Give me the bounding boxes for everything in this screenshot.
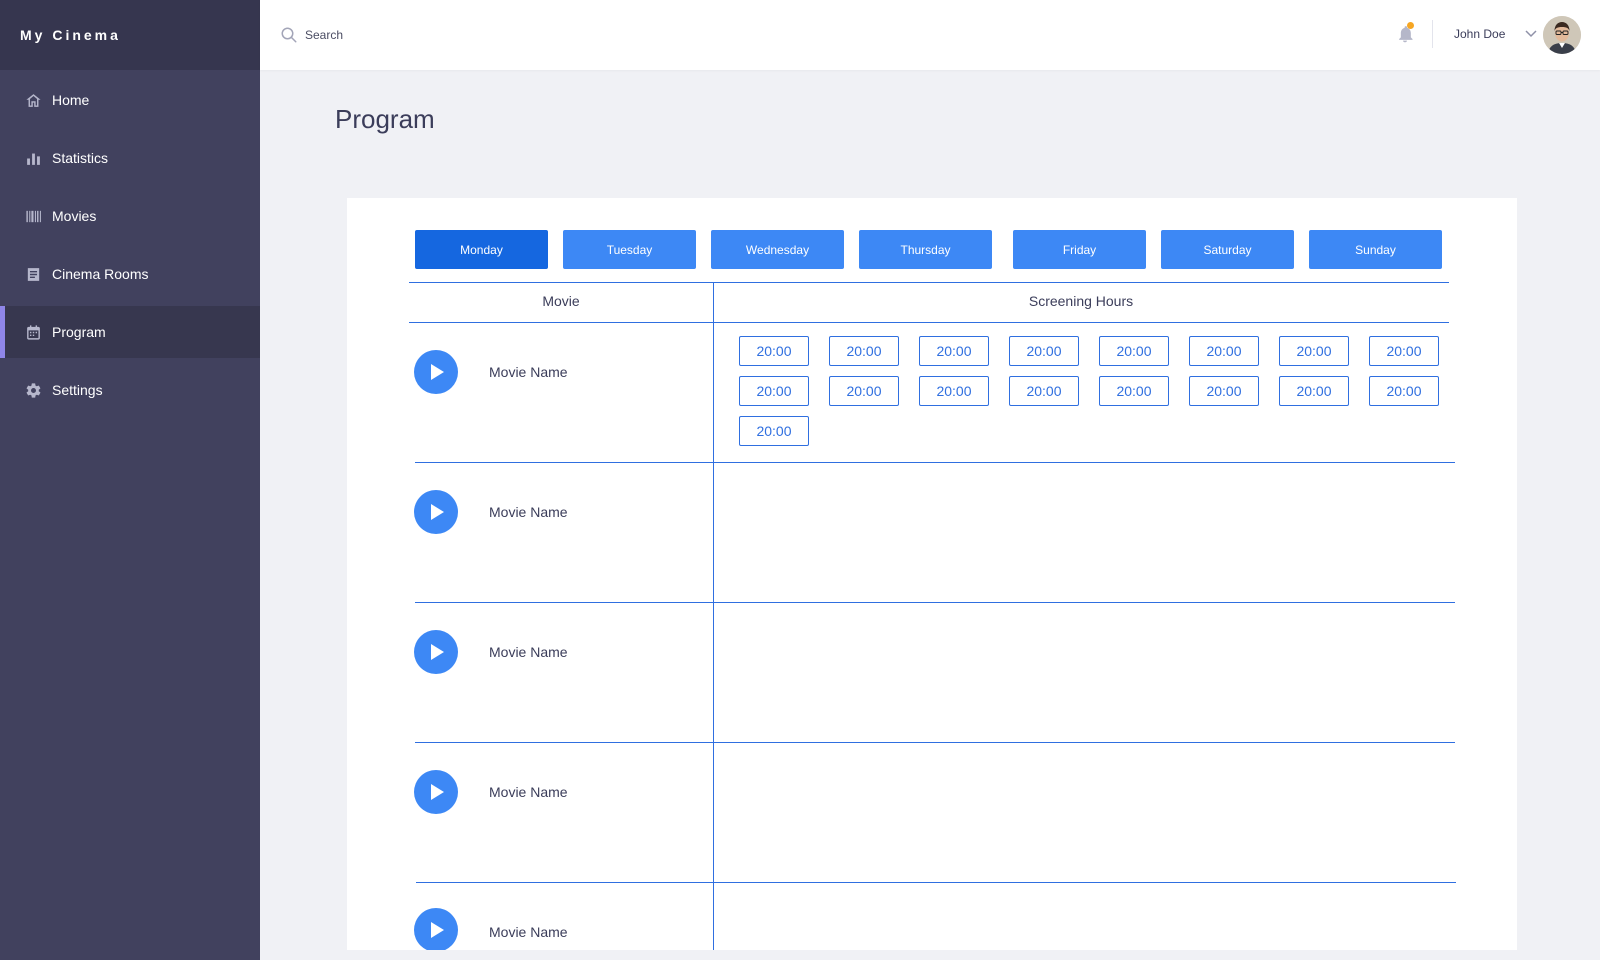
day-tab-saturday[interactable]: Saturday — [1161, 230, 1294, 269]
day-tab-sunday[interactable]: Sunday — [1309, 230, 1442, 269]
sidebar-item-label: Statistics — [52, 150, 109, 166]
sidebar-item-label: Settings — [52, 382, 103, 398]
movie-name: Movie Name — [489, 644, 568, 660]
screening-time-button[interactable]: 20:00 — [739, 376, 809, 406]
search-input[interactable] — [305, 25, 605, 45]
home-icon — [24, 91, 42, 109]
app-brand: My Cinema — [0, 0, 260, 70]
screening-time-button[interactable]: 20:00 — [1369, 336, 1439, 366]
play-button[interactable] — [414, 350, 458, 394]
screening-time-button[interactable]: 20:00 — [1009, 376, 1079, 406]
gear-icon — [24, 381, 42, 399]
screening-time-button[interactable]: 20:00 — [1099, 376, 1169, 406]
screening-time-button[interactable]: 20:00 — [739, 416, 809, 446]
screening-time-button[interactable]: 20:00 — [1099, 336, 1169, 366]
search-icon[interactable] — [280, 26, 298, 44]
day-tab-tuesday[interactable]: Tuesday — [563, 230, 696, 269]
movie-name: Movie Name — [489, 504, 568, 520]
column-header-movie: Movie — [542, 293, 580, 309]
page-title: Program — [335, 104, 435, 134]
calendar-icon — [24, 323, 42, 341]
screening-time-button[interactable]: 20:00 — [829, 376, 899, 406]
avatar[interactable] — [1543, 16, 1581, 54]
column-header-screening-hours: Screening Hours — [1028, 293, 1134, 309]
user-name[interactable]: John Doe — [1454, 27, 1505, 41]
top-bar: John Doe — [260, 0, 1600, 70]
day-tab-friday[interactable]: Friday — [1013, 230, 1146, 269]
barcode-icon — [24, 207, 42, 225]
bar-chart-icon — [24, 149, 42, 167]
screening-time-button[interactable]: 20:00 — [1189, 376, 1259, 406]
sidebar-item-program[interactable]: Program — [0, 306, 260, 358]
chevron-down-icon[interactable] — [1525, 29, 1537, 39]
row-divider — [415, 742, 1455, 743]
screening-time-button[interactable]: 20:00 — [1009, 336, 1079, 366]
sidebar-item-label: Cinema Rooms — [52, 266, 149, 282]
screening-time-button[interactable]: 20:00 — [1189, 336, 1259, 366]
sidebar-item-movies[interactable]: Movies — [0, 190, 260, 242]
sidebar-item-label: Movies — [52, 208, 97, 224]
sidebar-item-label: Program — [52, 324, 106, 340]
table-header-border — [409, 322, 1449, 323]
sidebar-item-home[interactable]: Home — [0, 74, 260, 126]
table-top-border — [409, 282, 1449, 283]
row-divider — [416, 882, 1456, 883]
screening-time-button[interactable]: 20:00 — [919, 336, 989, 366]
screening-time-button[interactable]: 20:00 — [1369, 376, 1439, 406]
screening-time-button[interactable]: 20:00 — [739, 336, 809, 366]
day-tab-thursday[interactable]: Thursday — [859, 230, 992, 269]
sidebar-item-cinema-rooms[interactable]: Cinema Rooms — [0, 248, 260, 300]
play-button[interactable] — [414, 490, 458, 534]
notification-dot — [1407, 22, 1414, 29]
row-divider — [415, 602, 1455, 603]
movie-name: Movie Name — [489, 364, 568, 380]
movie-name: Movie Name — [489, 924, 568, 940]
sidebar-item-settings[interactable]: Settings — [0, 364, 260, 416]
sidebar: My Cinema Home Statistics Movies Cinema … — [0, 0, 260, 960]
program-card: Monday Tuesday Wednesday Thursday Friday… — [347, 198, 1517, 950]
play-button[interactable] — [414, 908, 458, 950]
screening-time-button[interactable]: 20:00 — [919, 376, 989, 406]
screening-time-button[interactable]: 20:00 — [829, 336, 899, 366]
screening-time-button[interactable]: 20:00 — [1279, 376, 1349, 406]
screening-time-button[interactable]: 20:00 — [1279, 336, 1349, 366]
play-button[interactable] — [414, 770, 458, 814]
header-divider — [1432, 20, 1433, 48]
screening-times: 20:00 20:00 20:00 20:00 20:00 20:00 20:0… — [739, 336, 1449, 446]
sidebar-item-label: Home — [52, 92, 90, 108]
play-button[interactable] — [414, 630, 458, 674]
sidebar-item-statistics[interactable]: Statistics — [0, 132, 260, 184]
row-divider — [415, 462, 1455, 463]
day-tab-monday[interactable]: Monday — [415, 230, 548, 269]
day-tab-wednesday[interactable]: Wednesday — [711, 230, 844, 269]
column-divider — [713, 282, 714, 950]
movie-name: Movie Name — [489, 784, 568, 800]
document-icon — [24, 265, 42, 283]
